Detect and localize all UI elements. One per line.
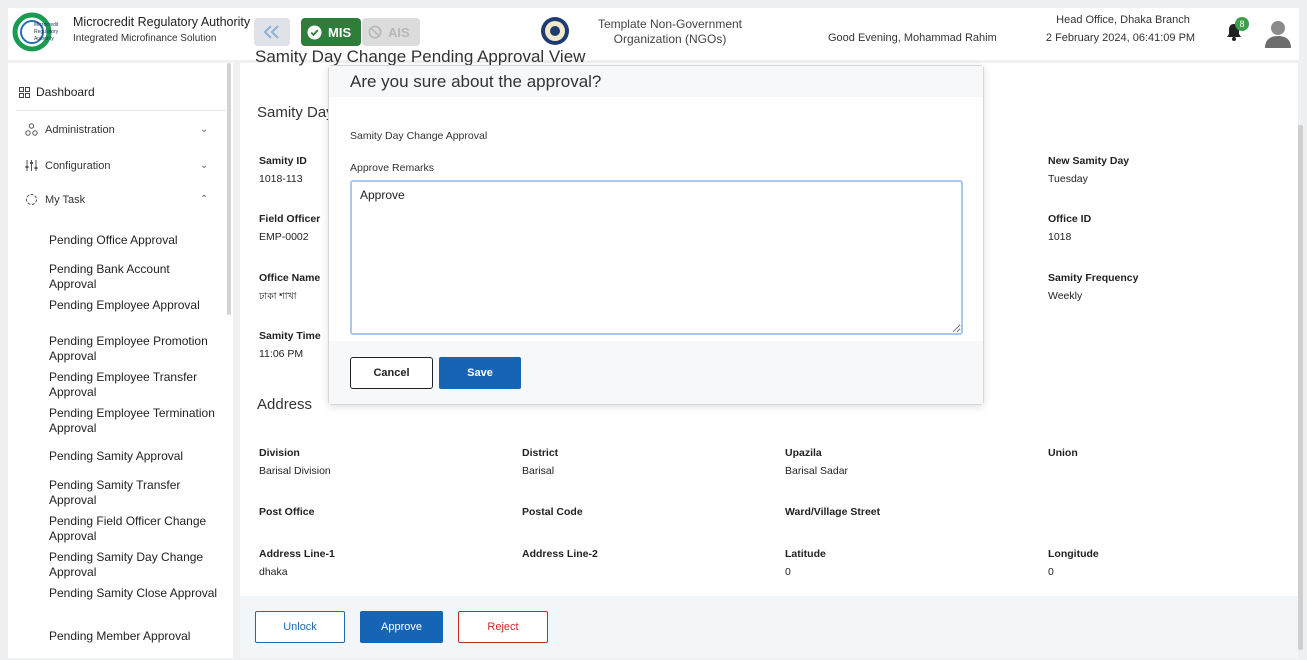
user-greeting: Good Evening, Mohammad Rahim [828,32,997,44]
field-label: Samity Frequency [1048,272,1139,284]
blocked-icon [368,25,382,39]
unlock-button[interactable]: Unlock [255,611,345,643]
chevron-up-icon: ⌃ [200,194,209,205]
government-seal-icon [541,17,569,45]
user-avatar-icon[interactable] [1263,18,1293,48]
field-label: Longitude [1048,548,1099,560]
field-label: Latitude [785,548,826,560]
sidebar-item-pending-member[interactable]: Pending Member Approval [49,629,219,644]
sidebar-group-configuration[interactable]: Configuration ⌄ [25,159,215,172]
sidebar-scrollbar[interactable] [227,63,231,315]
sidebar-item-pending-employee-promotion[interactable]: Pending Employee Promotion Approval [49,334,219,364]
sidebar-item-pending-samity-transfer[interactable]: Pending Samity Transfer Approval [49,478,219,508]
field-value-samity-id: 1018-113 [259,173,303,185]
sidebar-collapse-button[interactable] [254,18,290,46]
field-label: Ward/Village Street [785,506,881,518]
field-label: Address Line-1 [259,548,335,560]
field-label: Office ID [1048,213,1092,225]
task-icon [26,194,37,205]
cancel-button[interactable]: Cancel [350,357,433,389]
approve-button[interactable]: Approve [360,611,443,643]
brand-title: Microcredit Regulatory Authority [73,15,251,29]
page-title: Samity Day Change Pending Approval View [255,47,586,66]
sliders-icon [25,160,38,171]
remarks-label: Approve Remarks [350,162,435,174]
field-value-address-line1: dhaka [259,566,288,578]
brand-subtitle: Integrated Microfinance Solution [73,33,217,44]
approval-confirm-dialog: Are you sure about the approval? Samity … [328,65,984,405]
chevron-down-icon: ⌄ [200,124,209,135]
mis-toggle-button[interactable]: MIS [301,18,361,46]
field-label: Post Office [259,506,315,518]
svg-text:Microcredit: Microcredit [34,22,59,28]
sidebar-item-pending-samity-close[interactable]: Pending Samity Close Approval [49,586,219,601]
mra-logo-icon: Microcredit Regulatory Authority [12,12,59,52]
sidebar-item-pending-employee[interactable]: Pending Employee Approval [49,298,219,313]
field-label: Office Name [259,272,321,284]
sidebar-item-pending-employee-termination[interactable]: Pending Employee Termination Approval [49,406,219,436]
double-chevron-left-icon [263,25,279,39]
dialog-subtitle: Samity Day Change Approval [350,130,488,142]
field-label: Union [1048,447,1078,459]
field-value-office-id: 1018 [1048,231,1072,243]
sidebar-group-label: Administration [45,123,115,136]
field-value-upazila: Barisal Sadar [785,465,849,477]
organization-name-line1: Template Non-Government [597,17,743,31]
sidebar-item-pending-office[interactable]: Pending Office Approval [49,233,219,248]
chevron-down-icon: ⌄ [200,160,209,171]
branch-name: Head Office, Dhaka Branch [1056,14,1190,26]
field-value-division: Barisal Division [259,465,331,477]
sidebar-item-pending-employee-transfer[interactable]: Pending Employee Transfer Approval [49,370,219,400]
section-title-samity-day: Samity Day [257,104,334,121]
dialog-title: Are you sure about the approval? [350,72,602,91]
section-title-address: Address [257,396,313,413]
mis-label: MIS [328,24,352,40]
field-value-samity-time: 11:06 PM [259,348,304,360]
field-label: District [522,447,559,459]
field-label: Postal Code [522,506,583,518]
field-value-new-samity-day: Tuesday [1048,173,1088,185]
save-button[interactable]: Save [439,357,521,389]
field-value-samity-frequency: Weekly [1048,290,1083,302]
top-header: Microcredit Regulatory Authority Microcr… [8,8,1299,60]
approve-remarks-textarea[interactable]: Approve [350,180,963,335]
field-value-longitude: 0 [1048,566,1054,578]
field-label: New Samity Day [1048,155,1130,167]
ais-label: AIS [388,24,410,40]
sidebar-item-pending-field-officer-change[interactable]: Pending Field Officer Change Approval [49,514,219,544]
svg-text:Authority: Authority [34,36,54,42]
check-circle-icon [307,24,322,40]
sidebar-group-label: My Task [45,193,86,206]
reject-button[interactable]: Reject [458,611,548,643]
field-value-field-officer: EMP-0002 [259,231,309,243]
field-label: Address Line-2 [522,548,598,560]
sidebar-item-label: Dashboard [36,85,95,99]
svg-text:Regulatory: Regulatory [34,29,59,35]
field-label: Division [259,447,300,459]
sidebar: Dashboard Administration ⌄ Configuration… [8,63,233,658]
sidebar-item-pending-samity-day-change[interactable]: Pending Samity Day Change Approval [49,550,219,580]
grid-icon [19,86,30,98]
sidebar-item-pending-bank-account[interactable]: Pending Bank Account Approval [49,262,219,292]
sidebar-item-pending-samity[interactable]: Pending Samity Approval [49,449,219,464]
sidebar-group-label: Configuration [45,159,111,172]
organization-name-line2: Organization (NGOs) [613,32,727,46]
notification-count-badge: 8 [1235,17,1249,31]
sidebar-group-my-task[interactable]: My Task ⌃ [25,193,215,206]
field-label: Samity Time [259,330,321,342]
field-label: Upazila [785,447,822,459]
ais-toggle-button[interactable]: AIS [362,18,420,46]
field-value-district: Barisal [522,465,555,477]
field-value-latitude: 0 [785,566,791,578]
sidebar-divider [16,110,226,111]
organization-name: Template Non-Government Organization (NG… [580,17,760,47]
field-label: Samity ID [259,155,307,167]
main-scrollbar[interactable] [1298,125,1303,650]
field-label: Field Officer [259,213,321,225]
admin-icon [25,123,38,136]
sidebar-item-dashboard[interactable]: Dashboard [19,85,95,99]
sidebar-group-administration[interactable]: Administration ⌄ [25,123,215,136]
current-datetime: 2 February 2024, 06:41:09 PM [1045,32,1196,44]
field-value-office-name: ঢাকা শাখা [259,291,297,302]
